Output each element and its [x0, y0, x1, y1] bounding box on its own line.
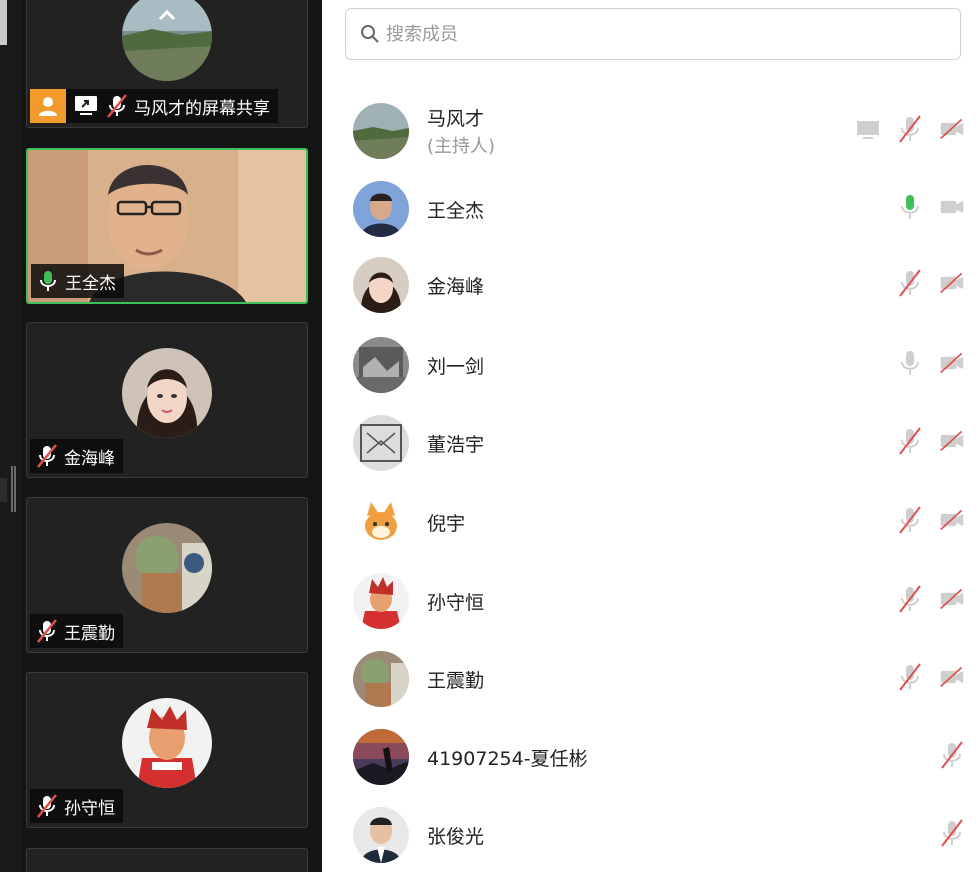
member-row[interactable]: 王震勤: [322, 644, 979, 714]
mic-muted-icon: [899, 585, 921, 613]
video-tile-active-speaker[interactable]: 王全杰: [26, 148, 308, 304]
camera-off-icon: [940, 588, 964, 610]
member-name: 倪宇: [427, 513, 466, 535]
camera-off-icon: [940, 272, 964, 294]
tile-name-tag: 马风才的屏幕共享: [30, 89, 278, 123]
tile-name: 马风才的屏幕共享: [134, 98, 270, 119]
camera-off-icon: [940, 118, 964, 140]
camera-icon: [940, 200, 964, 214]
camera-off-icon: [940, 352, 964, 374]
avatar: [122, 523, 212, 613]
member-status-icons: [897, 584, 965, 614]
member-status-icons: [897, 192, 965, 222]
avatar: [353, 257, 409, 313]
search-icon: [361, 25, 379, 43]
video-tile-screen-share[interactable]: 马风才的屏幕共享: [26, 0, 308, 128]
tile-name-tag: 王震勤: [30, 614, 123, 648]
collapse-toggle[interactable]: [0, 478, 7, 502]
avatar: [353, 415, 409, 471]
mic-muted-icon: [37, 619, 57, 643]
member-name: 刘一剑: [427, 356, 485, 378]
tile-name: 王全杰: [65, 273, 116, 294]
mic-muted-icon: [941, 741, 963, 769]
camera-off-icon: [940, 509, 964, 531]
left-edge-strip: [0, 0, 22, 872]
avatar: [353, 103, 409, 159]
camera-off-icon: [940, 430, 964, 452]
member-row[interactable]: 孙守恒: [322, 566, 979, 636]
screen-share-icon: [75, 96, 97, 115]
member-name: 孙守恒: [427, 592, 485, 614]
mic-icon: [901, 351, 919, 375]
tile-name: 王震勤: [64, 623, 115, 644]
member-name: 41907254-夏任彬: [427, 748, 588, 770]
video-tile[interactable]: 孙守恒: [26, 672, 308, 828]
avatar: [353, 181, 409, 237]
member-row[interactable]: 董浩宇: [322, 408, 979, 478]
avatar: [122, 698, 212, 788]
mic-muted-icon: [107, 94, 127, 118]
member-name: 董浩宇: [427, 434, 485, 456]
member-row[interactable]: 倪宇: [322, 487, 979, 557]
tile-name: 金海峰: [64, 448, 115, 469]
member-panel: 马风才 (主持人) 王全杰 金海峰: [322, 0, 979, 872]
member-name: 王震勤: [427, 670, 485, 692]
member-status-icons: [897, 426, 965, 456]
member-row[interactable]: 刘一剑: [322, 330, 979, 400]
member-status-icons: [939, 818, 965, 848]
video-tile[interactable]: 金海峰: [26, 322, 308, 478]
avatar: [353, 729, 409, 785]
edge-stub: [0, 0, 7, 45]
mic-muted-icon: [899, 427, 921, 455]
avatar: [122, 348, 212, 438]
tile-name: 孙守恒: [64, 798, 115, 819]
tile-name-tag: 金海峰: [30, 439, 123, 473]
member-row[interactable]: 马风才 (主持人): [322, 96, 979, 166]
screen-share-icon: [857, 121, 879, 139]
tile-name-tag: 王全杰: [31, 264, 124, 298]
member-name: 张俊光: [427, 826, 485, 848]
mic-muted-icon: [899, 269, 921, 297]
member-name: 马风才: [427, 108, 485, 130]
host-user-icon: [30, 89, 66, 123]
member-status-icons: [897, 662, 965, 692]
avatar: [353, 651, 409, 707]
tile-name-tag: 孙守恒: [30, 789, 123, 823]
member-role: (主持人): [427, 136, 496, 157]
member-name: 王全杰: [427, 200, 485, 222]
member-status-icons: [897, 505, 965, 535]
camera-off-icon: [940, 666, 964, 688]
avatar: [353, 337, 409, 393]
video-gallery: 马风才的屏幕共享 王全杰 金海峰 王震勤 孙守恒: [22, 0, 322, 872]
search-input[interactable]: [386, 23, 886, 45]
mic-active-icon: [901, 195, 919, 219]
member-row[interactable]: 41907254-夏任彬: [322, 722, 979, 792]
avatar: [353, 807, 409, 863]
mic-active-icon: [40, 271, 56, 291]
mic-muted-icon: [37, 794, 57, 818]
video-tile[interactable]: 王震勤: [26, 497, 308, 653]
member-status-icons: [855, 114, 965, 144]
avatar: [353, 573, 409, 629]
member-status-icons: [939, 740, 965, 770]
member-row[interactable]: 张俊光: [322, 800, 979, 870]
meeting-window: 马风才的屏幕共享 王全杰 金海峰 王震勤 孙守恒 搜索成员 马风才 (主持人) …: [0, 0, 979, 872]
member-name: 金海峰: [427, 276, 485, 298]
mic-muted-icon: [899, 115, 921, 143]
mic-muted-icon: [37, 444, 57, 468]
resize-handle[interactable]: [11, 466, 16, 512]
mic-muted-icon: [899, 663, 921, 691]
mic-muted-icon: [941, 819, 963, 847]
member-status-icons: [897, 268, 965, 298]
member-status-icons: [897, 348, 965, 378]
mic-muted-icon: [899, 506, 921, 534]
member-row[interactable]: 金海峰: [322, 250, 979, 320]
avatar: [353, 494, 409, 550]
avatar: [122, 0, 212, 81]
member-row[interactable]: 王全杰: [322, 174, 979, 244]
video-tile[interactable]: [26, 848, 308, 872]
search-box[interactable]: [345, 8, 961, 60]
